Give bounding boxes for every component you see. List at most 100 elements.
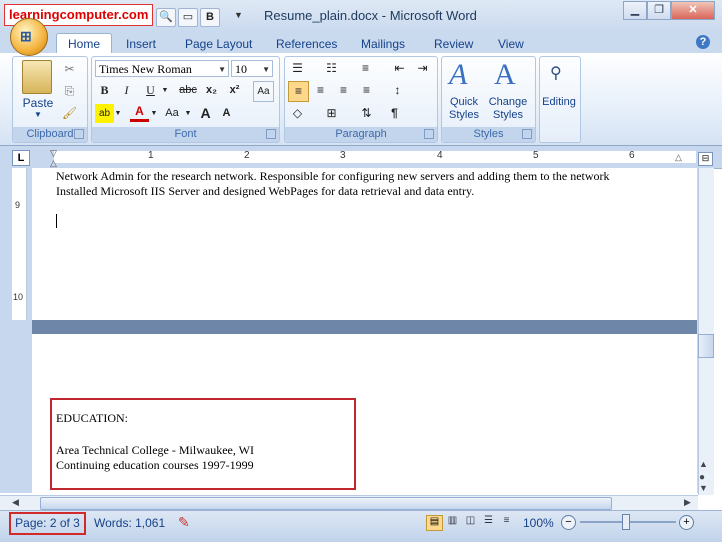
horizontal-scrollbar-thumb[interactable] — [40, 497, 612, 510]
quick-styles-icon[interactable]: A — [449, 58, 467, 92]
font-name-combo[interactable]: Times New Roman ▼ — [95, 60, 229, 77]
scroll-right-icon[interactable]: ▶ — [684, 497, 691, 508]
quick-styles-button[interactable]: Quick Styles — [444, 96, 484, 122]
paste-button[interactable]: Paste — [18, 96, 58, 110]
change-styles-icon[interactable]: A — [494, 58, 516, 92]
office-button[interactable]: ⊞ — [10, 18, 48, 56]
font-color-dropdown-icon[interactable]: ▼ — [149, 104, 159, 123]
proofing-icon[interactable]: ✎ — [178, 514, 190, 531]
cut-icon[interactable]: ✂ — [60, 60, 79, 79]
zoom-slider-thumb[interactable] — [622, 514, 630, 530]
shrink-font-icon[interactable]: A — [217, 104, 236, 123]
tab-selector-button[interactable]: L — [12, 150, 30, 166]
bullets-icon[interactable]: ☰ — [288, 59, 307, 78]
zoom-level[interactable]: 100% — [523, 516, 554, 530]
right-indent-marker[interactable]: △ — [675, 152, 682, 163]
ruler-tick: 3 — [340, 150, 346, 161]
draft-icon[interactable]: ≡ — [499, 515, 514, 529]
font-size-value: 10 — [235, 62, 247, 76]
change-styles-button[interactable]: Change Styles — [486, 96, 530, 122]
decrease-indent-icon[interactable]: ⇤ — [390, 59, 409, 78]
highlight-icon[interactable]: ab — [95, 104, 114, 123]
quick-access-bold-button[interactable]: B — [200, 8, 220, 27]
print-preview-icon[interactable]: 🔍 — [156, 8, 176, 27]
document-line: Installed Microsoft IIS Server and desig… — [56, 184, 475, 198]
help-icon[interactable]: ? — [696, 35, 710, 49]
dialog-launcher-icon[interactable] — [424, 129, 434, 139]
multilevel-list-icon[interactable]: ≡ — [356, 59, 375, 78]
format-painter-icon[interactable]: 🖌 — [60, 104, 79, 123]
text-cursor — [56, 214, 57, 228]
superscript-button[interactable]: x² — [225, 81, 244, 100]
underline-button[interactable]: U — [141, 81, 160, 100]
italic-button[interactable]: I — [117, 81, 136, 100]
grow-font-icon[interactable]: A — [196, 104, 215, 123]
ruler-tick: 5 — [533, 150, 539, 161]
close-icon[interactable]: ✕ — [671, 1, 715, 20]
editing-button[interactable]: Editing — [539, 96, 579, 108]
scroll-left-icon[interactable]: ◀ — [12, 497, 19, 508]
restore-icon[interactable]: ❐ — [647, 1, 671, 20]
vertical-scrollbar[interactable] — [698, 168, 714, 495]
shading-icon[interactable]: ◇ — [288, 104, 307, 123]
full-screen-reading-icon[interactable]: ▥ — [445, 515, 460, 529]
education-heading: EDUCATION: — [56, 411, 128, 425]
view-ruler-icon[interactable]: ⊟ — [698, 152, 713, 166]
strikethrough-button[interactable]: abc — [176, 81, 200, 100]
document-line: Network Admin for the research network. … — [56, 169, 610, 183]
change-case-dropdown-icon[interactable]: ▼ — [183, 104, 193, 123]
ruler-tick: 4 — [437, 150, 443, 161]
customize-qat-icon[interactable]: ▼ — [234, 10, 243, 20]
line-spacing-icon[interactable]: ↕ — [388, 81, 407, 100]
subscript-button[interactable]: x₂ — [202, 81, 221, 100]
tab-references[interactable]: References — [276, 36, 337, 52]
vertical-ruler-tick: 9 — [15, 200, 21, 210]
web-layout-icon[interactable]: ◫ — [463, 515, 478, 529]
show-marks-button[interactable]: ¶ — [385, 104, 404, 123]
paste-dropdown-icon[interactable]: ▼ — [30, 110, 46, 119]
copy-icon[interactable]: ⎘ — [60, 82, 79, 101]
scrollbar-thumb[interactable] — [698, 334, 714, 358]
underline-dropdown-icon[interactable]: ▼ — [160, 81, 170, 100]
font-color-icon[interactable]: A — [130, 104, 149, 122]
minimize-icon[interactable]: ▁ — [623, 1, 647, 20]
vertical-ruler-tick: 10 — [13, 292, 24, 302]
dialog-launcher-icon[interactable] — [522, 129, 532, 139]
clear-formatting-icon[interactable]: Aa — [253, 81, 274, 102]
binoculars-icon[interactable]: ⚲ — [550, 63, 562, 83]
tab-view[interactable]: View — [498, 36, 524, 52]
zoom-in-icon[interactable]: + — [679, 515, 694, 530]
outline-icon[interactable]: ☰ — [481, 515, 496, 529]
bold-button[interactable]: B — [95, 81, 114, 100]
tab-mailings[interactable]: Mailings — [361, 36, 405, 52]
paste-icon[interactable] — [22, 60, 52, 94]
tab-page-layout[interactable]: Page Layout — [185, 36, 252, 52]
scroll-down-icon[interactable]: ▼ — [699, 483, 708, 493]
numbering-icon[interactable]: ☷ — [322, 59, 341, 78]
align-right-icon[interactable]: ≡ — [334, 81, 353, 100]
education-line: Continuing education courses 1997-1999 — [56, 458, 254, 472]
highlight-dropdown-icon[interactable]: ▼ — [113, 104, 123, 123]
word-count-status[interactable]: Words: 1,061 — [94, 516, 165, 530]
increase-indent-icon[interactable]: ⇥ — [413, 59, 432, 78]
page-count-status[interactable]: Page: 2 of 3 — [9, 512, 86, 535]
align-center-icon[interactable]: ≡ — [311, 81, 330, 100]
justify-icon[interactable]: ≡ — [357, 81, 376, 100]
tab-review[interactable]: Review — [434, 36, 473, 52]
align-left-icon[interactable]: ≡ — [288, 81, 309, 102]
change-case-icon[interactable]: Aa — [161, 104, 183, 123]
dialog-launcher-icon[interactable] — [266, 129, 276, 139]
page-separator — [32, 320, 697, 334]
tab-home[interactable]: Home — [56, 33, 112, 55]
font-size-combo[interactable]: 10 ▼ — [231, 60, 273, 77]
print-layout-icon[interactable]: ▤ — [426, 515, 443, 531]
ruler-tick: 6 — [629, 150, 635, 161]
sort-icon[interactable]: ⇅ — [357, 104, 376, 123]
tab-insert[interactable]: Insert — [126, 36, 156, 52]
quick-access-item[interactable]: ▭ — [178, 8, 198, 27]
borders-icon[interactable]: ⊞ — [322, 104, 341, 123]
scroll-up-icon[interactable]: ▲ — [699, 459, 708, 469]
dialog-launcher-icon[interactable] — [74, 129, 84, 139]
browse-object-icon[interactable]: ● — [699, 472, 705, 483]
zoom-out-icon[interactable]: − — [561, 515, 576, 530]
